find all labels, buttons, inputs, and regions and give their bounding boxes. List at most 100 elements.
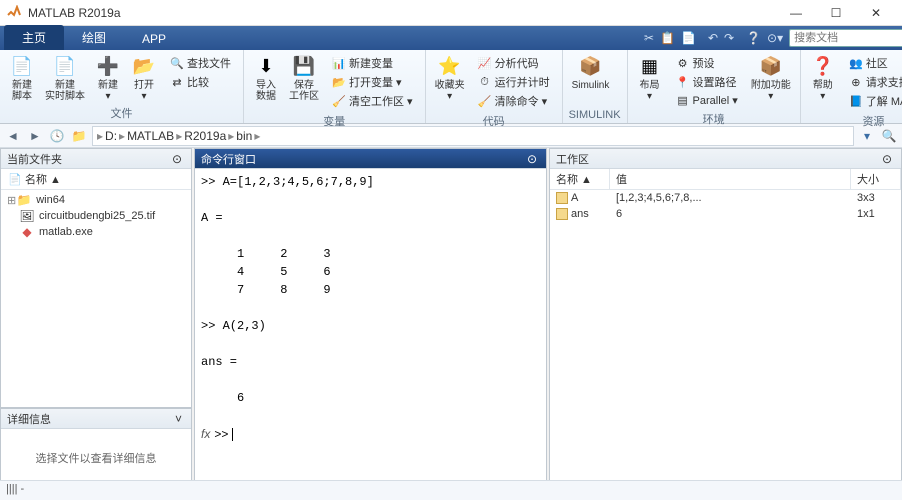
tab-home[interactable]: 主页 xyxy=(4,25,64,50)
file-name: circuitbudengbi25_25.tif xyxy=(39,210,155,222)
details-panel: 详细信息 ˅ 选择文件以查看详细信息 xyxy=(0,408,192,488)
nav-back-button[interactable]: ◄ xyxy=(4,127,22,145)
ribbon-button[interactable]: 💾保存 工作区 xyxy=(286,52,322,104)
ribbon-small-button[interactable]: ⏱运行并计时 xyxy=(476,73,552,91)
ribbon-button[interactable]: ⭐收藏夹 ▾ xyxy=(432,52,468,104)
ribbon-icon: ⏱ xyxy=(478,75,492,89)
variable-size: 3x3 xyxy=(851,191,901,205)
ribbon-small-button[interactable]: 📈分析代码 xyxy=(476,54,552,72)
browse-button[interactable]: ▾ xyxy=(858,127,876,145)
ribbon-button[interactable]: ▦布局 ▾ xyxy=(634,52,666,104)
workspace-variable-row[interactable]: A [1,2,3;4,5,6;7,8,...3x3 xyxy=(550,190,901,206)
ribbon-small-button[interactable]: 📂打开变量 ▾ xyxy=(330,73,415,91)
ribbon-button[interactable]: 📦附加功能 ▾ xyxy=(748,52,794,104)
ribbon-small-button[interactable]: 👥社区 xyxy=(847,54,902,72)
variable-value: [1,2,3;4,5,6;7,8,... xyxy=(610,191,851,205)
ribbon-label: 保存 工作区 xyxy=(289,80,319,102)
breadcrumb[interactable]: ▸ D: ▸ MATLAB ▸ R2019a ▸ bin ▸ xyxy=(92,126,854,146)
nav-fwd-button[interactable]: ► xyxy=(26,127,44,145)
fx-icon[interactable]: fx xyxy=(201,427,210,441)
ribbon-button[interactable]: ❓帮助 ▾ xyxy=(807,52,839,104)
ribbon-button[interactable]: 📂打开 ▾ xyxy=(128,52,160,104)
copy-icon[interactable]: 📋 xyxy=(660,31,675,45)
panel-menu-icon[interactable]: ⊙ xyxy=(524,152,540,166)
ribbon-small-button[interactable]: ⇄比较 xyxy=(168,73,233,91)
ribbon-small-button[interactable]: 📊新建变量 xyxy=(330,54,415,72)
ribbon-small-button[interactable]: ▤Parallel ▾ xyxy=(674,92,740,108)
ribbon-label: 运行并计时 xyxy=(495,74,550,90)
ribbon-button[interactable]: ➕新建 ▾ xyxy=(92,52,124,104)
command-window-title: 命令行窗口 xyxy=(201,151,524,167)
paste-icon[interactable]: 📄 xyxy=(681,31,696,45)
ribbon-icon: 💾 xyxy=(292,54,316,78)
help-icon[interactable]: ❔ xyxy=(746,31,761,45)
col-size[interactable]: 大小 xyxy=(851,169,901,189)
breadcrumb-segment[interactable]: D: xyxy=(105,129,117,143)
ribbon-label: 附加功能 ▾ xyxy=(751,80,791,102)
ribbon-button[interactable]: 📄新建 实时脚本 xyxy=(42,52,88,104)
panel-menu-icon[interactable]: ⊙ xyxy=(169,152,185,166)
breadcrumb-segment[interactable]: R2019a xyxy=(184,129,226,143)
file-header-name[interactable]: 名称 ▲ xyxy=(25,171,61,187)
ribbon-small-button[interactable]: 📘了解 MATLAB xyxy=(847,92,902,110)
col-name[interactable]: 名称 ▲ xyxy=(550,169,610,189)
help-dropdown-icon[interactable]: ⊙▾ xyxy=(767,31,783,45)
search-path-icon[interactable]: 🔍 xyxy=(880,127,898,145)
file-row[interactable]: ⊞📁win64 xyxy=(1,192,191,208)
ribbon-icon: ⇄ xyxy=(170,75,184,89)
variable-name: A xyxy=(571,192,578,204)
ribbon-label: 新建 ▾ xyxy=(98,80,118,102)
ribbon-button[interactable]: 📦Simulink xyxy=(569,52,613,93)
workspace-variable-row[interactable]: ans61x1 xyxy=(550,206,901,222)
address-bar: ◄ ► 🕓 📁 ▸ D: ▸ MATLAB ▸ R2019a ▸ bin ▸ ▾… xyxy=(0,124,902,148)
ribbon-icon: ⊕ xyxy=(849,75,863,89)
tab-apps[interactable]: APP xyxy=(124,28,184,50)
ribbon-icon: 📘 xyxy=(849,94,863,108)
ribbon-label: 预设 xyxy=(693,55,715,71)
ribbon-label: 帮助 ▾ xyxy=(813,80,833,102)
col-value[interactable]: 值 xyxy=(610,169,851,189)
ribbon-icon: 📦 xyxy=(578,54,602,78)
search-docs-input[interactable] xyxy=(789,29,902,47)
nav-up-button[interactable]: 🕓 xyxy=(48,127,66,145)
ribbon-small-button[interactable]: ⚙预设 xyxy=(674,54,740,72)
tab-plots[interactable]: 绘图 xyxy=(64,25,124,50)
ribbon-label: 设置路径 xyxy=(693,74,737,90)
undo-icon[interactable]: ↶ xyxy=(708,31,718,45)
minimize-button[interactable]: — xyxy=(776,0,816,26)
ribbon-icon: 🔍 xyxy=(170,56,184,70)
ribbon-icon: 📂 xyxy=(332,75,346,89)
ribbon-small-button[interactable]: ⊕请求支持 xyxy=(847,73,902,91)
file-row[interactable]: ◆matlab.exe xyxy=(1,224,191,240)
ribbon-icon: ⬇ xyxy=(254,54,278,78)
command-window[interactable]: >> A=[1,2,3;4,5,6;7,8,9] A = 1 2 3 4 5 6… xyxy=(195,169,546,487)
ribbon-icon: ⚙ xyxy=(676,56,690,70)
details-collapse-icon[interactable]: ˅ xyxy=(172,412,185,426)
ribbon-small-button[interactable]: 📍设置路径 xyxy=(674,73,740,91)
close-button[interactable]: ✕ xyxy=(856,0,896,26)
ribbon-small-button[interactable]: 🔍查找文件 xyxy=(168,54,233,72)
workspace-title: 工作区 xyxy=(556,151,879,167)
ribbon-icon: 📂 xyxy=(132,54,156,78)
variable-icon xyxy=(556,192,568,204)
titlebar: MATLAB R2019a — ☐ ✕ xyxy=(0,0,902,26)
breadcrumb-segment[interactable]: MATLAB xyxy=(127,129,174,143)
breadcrumb-segment[interactable]: bin xyxy=(236,129,252,143)
ribbon-icon: ➕ xyxy=(96,54,120,78)
redo-icon[interactable]: ↷ xyxy=(724,31,734,45)
ribbon-button[interactable]: 📄新建 脚本 xyxy=(6,52,38,104)
folder-icon[interactable]: 📁 xyxy=(70,127,88,145)
details-title: 详细信息 xyxy=(7,411,172,427)
ribbon-small-button[interactable]: 🧹清空工作区 ▾ xyxy=(330,92,415,110)
ribbon-label: 清空工作区 ▾ xyxy=(349,93,413,109)
panel-menu-icon[interactable]: ⊙ xyxy=(879,152,895,166)
maximize-button[interactable]: ☐ xyxy=(816,0,856,26)
cut-icon[interactable]: ✂ xyxy=(644,31,654,45)
details-body: 选择文件以查看详细信息 xyxy=(1,429,191,487)
ribbon-small-button[interactable]: 🧹清除命令 ▾ xyxy=(476,92,552,110)
ribbon-icon: 📦 xyxy=(759,54,783,78)
ribbon-label: 比较 xyxy=(187,74,209,90)
ribbon-button[interactable]: ⬇导入 数据 xyxy=(250,52,282,104)
ribbon-group-label: 文件 xyxy=(6,104,237,121)
file-row[interactable]: 🖼circuitbudengbi25_25.tif xyxy=(1,208,191,224)
